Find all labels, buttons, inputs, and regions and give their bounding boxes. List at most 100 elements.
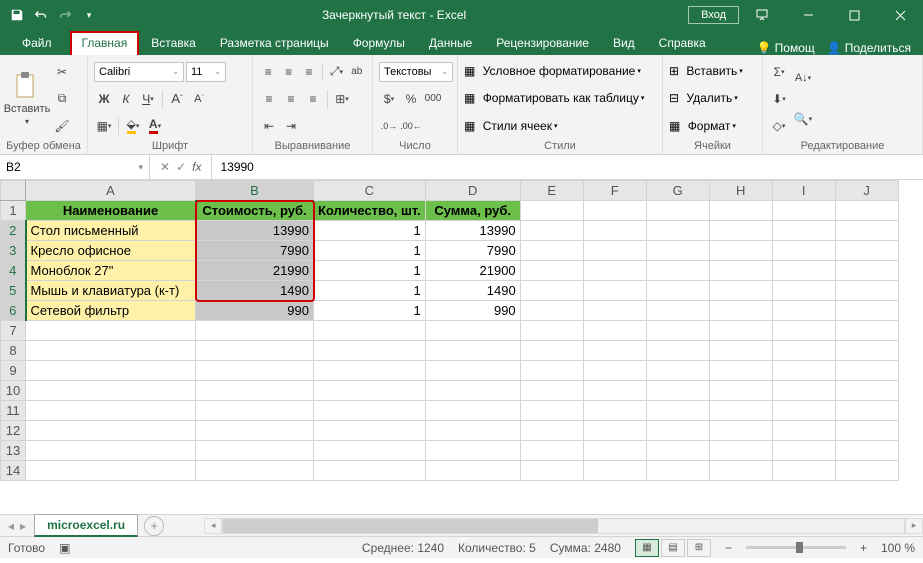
cell-G8[interactable]	[646, 341, 709, 361]
cell-F6[interactable]	[583, 301, 646, 321]
autosum-button[interactable]: Σ▾	[769, 62, 789, 82]
cell-J6[interactable]	[835, 301, 898, 321]
cell-D13[interactable]	[425, 441, 520, 461]
row-header-11[interactable]: 11	[1, 401, 26, 421]
cell-B6[interactable]: 990	[196, 301, 314, 321]
cell-D12[interactable]	[425, 421, 520, 441]
cell-H10[interactable]	[709, 381, 772, 401]
column-header-D[interactable]: D	[425, 181, 520, 201]
row-header-3[interactable]: 3	[1, 241, 26, 261]
cell-D1[interactable]: Сумма, руб.	[425, 201, 520, 221]
save-icon[interactable]	[6, 4, 28, 26]
cell-E1[interactable]	[520, 201, 583, 221]
cell-F8[interactable]	[583, 341, 646, 361]
zoom-in-button[interactable]: +	[860, 541, 867, 555]
cell-E11[interactable]	[520, 401, 583, 421]
sign-in-button[interactable]: Вход	[688, 6, 739, 24]
align-middle-button[interactable]: ≡	[279, 62, 297, 82]
cell-B9[interactable]	[196, 361, 314, 381]
cell-G13[interactable]	[646, 441, 709, 461]
italic-button[interactable]: К	[116, 89, 136, 109]
cell-G7[interactable]	[646, 321, 709, 341]
cell-F3[interactable]	[583, 241, 646, 261]
cell-E9[interactable]	[520, 361, 583, 381]
cell-B11[interactable]	[196, 401, 314, 421]
cell-J11[interactable]	[835, 401, 898, 421]
cell-E10[interactable]	[520, 381, 583, 401]
wrap-text-button[interactable]: ab	[348, 62, 366, 82]
zoom-slider[interactable]	[746, 546, 846, 549]
cell-B8[interactable]	[196, 341, 314, 361]
cell-H9[interactable]	[709, 361, 772, 381]
increase-indent-button[interactable]: ⇥	[281, 116, 301, 136]
cell-J13[interactable]	[835, 441, 898, 461]
close-button[interactable]	[877, 0, 923, 30]
cell-F14[interactable]	[583, 461, 646, 481]
align-top-button[interactable]: ≡	[259, 62, 277, 82]
cell-D10[interactable]	[425, 381, 520, 401]
cell-styles-button[interactable]: ▦ Стили ячеек▾	[464, 119, 656, 133]
cell-F12[interactable]	[583, 421, 646, 441]
currency-button[interactable]: $▾	[379, 89, 399, 109]
cell-J9[interactable]	[835, 361, 898, 381]
cell-G1[interactable]	[646, 201, 709, 221]
cell-G12[interactable]	[646, 421, 709, 441]
cell-C7[interactable]	[314, 321, 426, 341]
name-box[interactable]: ▾	[0, 155, 150, 179]
cell-A6[interactable]: Сетевой фильтр	[26, 301, 196, 321]
cell-B12[interactable]	[196, 421, 314, 441]
column-header-H[interactable]: H	[709, 181, 772, 201]
page-break-view-button[interactable]: ⊞	[687, 539, 711, 557]
cell-D4[interactable]: 21900	[425, 261, 520, 281]
column-header-C[interactable]: C	[314, 181, 426, 201]
cell-C11[interactable]	[314, 401, 426, 421]
cell-H3[interactable]	[709, 241, 772, 261]
cell-E3[interactable]	[520, 241, 583, 261]
row-header-2[interactable]: 2	[1, 221, 26, 241]
cell-B5[interactable]: 1490	[196, 281, 314, 301]
cell-H2[interactable]	[709, 221, 772, 241]
qat-customize-icon[interactable]: ▾	[78, 4, 100, 26]
fill-button[interactable]: ⬇▾	[769, 89, 789, 109]
cell-C14[interactable]	[314, 461, 426, 481]
row-header-14[interactable]: 14	[1, 461, 26, 481]
cell-B2[interactable]: 13990	[196, 221, 314, 241]
cell-F10[interactable]	[583, 381, 646, 401]
cell-B10[interactable]	[196, 381, 314, 401]
cell-E12[interactable]	[520, 421, 583, 441]
sheet-tab[interactable]: microexcel.ru	[34, 514, 138, 537]
insert-function-button[interactable]: fx	[192, 160, 201, 174]
maximize-button[interactable]	[831, 0, 877, 30]
column-header-I[interactable]: I	[772, 181, 835, 201]
worksheet-grid[interactable]: ABCDEFGHIJ1НаименованиеСтоимость, руб.Ко…	[0, 180, 923, 514]
cell-C1[interactable]: Количество, шт.	[314, 201, 426, 221]
cell-H1[interactable]	[709, 201, 772, 221]
tell-me-button[interactable]: 💡Помощ	[753, 41, 819, 55]
cell-I9[interactable]	[772, 361, 835, 381]
tab-формулы[interactable]: Формулы	[341, 31, 417, 55]
column-header-B[interactable]: B	[196, 181, 314, 201]
cell-C13[interactable]	[314, 441, 426, 461]
cell-G6[interactable]	[646, 301, 709, 321]
horizontal-scrollbar[interactable]: ◂ ▸	[204, 518, 923, 534]
cell-C2[interactable]: 1	[314, 221, 426, 241]
cell-C3[interactable]: 1	[314, 241, 426, 261]
cell-I8[interactable]	[772, 341, 835, 361]
chevron-down-icon[interactable]: ▾	[138, 162, 143, 173]
tab-данные[interactable]: Данные	[417, 31, 484, 55]
cell-A11[interactable]	[26, 401, 196, 421]
copy-button[interactable]: ⧉	[52, 89, 72, 109]
orientation-button[interactable]: ⤢▾	[327, 62, 345, 82]
cell-I2[interactable]	[772, 221, 835, 241]
underline-button[interactable]: Ч▾	[138, 89, 158, 109]
cell-C5[interactable]: 1	[314, 281, 426, 301]
row-header-1[interactable]: 1	[1, 201, 26, 221]
cell-J14[interactable]	[835, 461, 898, 481]
fill-color-button[interactable]: ⬙▾	[123, 116, 143, 136]
column-header-E[interactable]: E	[520, 181, 583, 201]
row-header-4[interactable]: 4	[1, 261, 26, 281]
cell-E2[interactable]	[520, 221, 583, 241]
cell-F7[interactable]	[583, 321, 646, 341]
zoom-level[interactable]: 100 %	[881, 541, 915, 555]
accept-formula-icon[interactable]: ✓	[176, 160, 186, 174]
